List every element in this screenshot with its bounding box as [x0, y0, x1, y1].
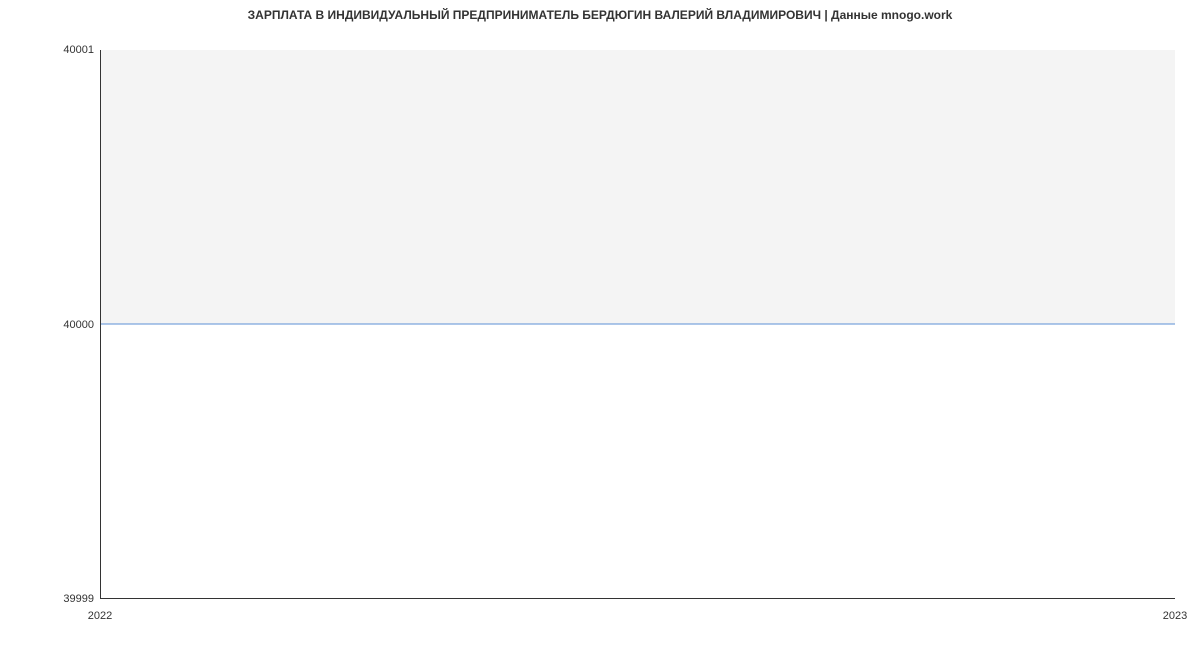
y-axis-tick-label: 40000	[63, 319, 94, 331]
chart-container: ЗАРПЛАТА В ИНДИВИДУАЛЬНЫЙ ПРЕДПРИНИМАТЕЛ…	[0, 0, 1200, 650]
x-axis-tick-label: 2023	[1163, 610, 1187, 622]
x-axis-tick-label: 2022	[88, 610, 112, 622]
chart-title: ЗАРПЛАТА В ИНДИВИДУАЛЬНЫЙ ПРЕДПРИНИМАТЕЛ…	[0, 8, 1200, 22]
y-axis-tick-label: 39999	[63, 593, 94, 605]
data-line	[101, 324, 1175, 325]
plot-background-lower	[101, 324, 1175, 598]
plot-background-upper	[101, 50, 1175, 324]
y-axis-tick-label: 40001	[63, 44, 94, 56]
plot-area	[100, 50, 1175, 599]
